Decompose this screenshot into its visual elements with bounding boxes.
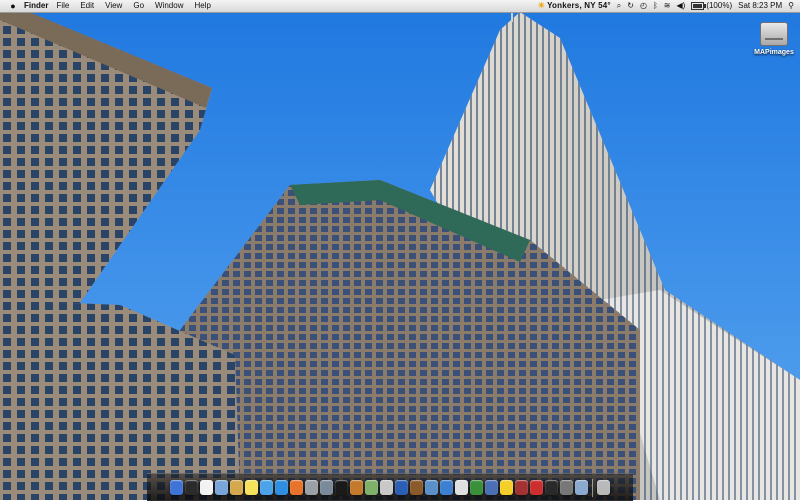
- garageband-icon[interactable]: [350, 480, 363, 495]
- dock-separator: [592, 478, 593, 497]
- menu-edit[interactable]: Edit: [80, 0, 94, 12]
- calendar-icon[interactable]: [200, 480, 213, 495]
- weather-widget[interactable]: ☀ Yonkers, NY 54°: [538, 0, 611, 12]
- iphoto-icon[interactable]: [320, 480, 333, 495]
- compass-icon[interactable]: [380, 480, 393, 495]
- font-icon[interactable]: [455, 480, 468, 495]
- sun-icon: ☀: [537, 1, 546, 10]
- word-icon[interactable]: [395, 480, 408, 495]
- music-icon[interactable]: [335, 480, 348, 495]
- weather-text: Yonkers, NY 54°: [547, 1, 611, 10]
- desktop-wallpaper: [0, 0, 800, 500]
- menu-help[interactable]: Help: [194, 0, 210, 12]
- notes-icon[interactable]: [230, 480, 243, 495]
- status-area: ☀ Yonkers, NY 54° ⌕ ↻ ◴ ᛒ ≋ ◀) (100%) Sat…: [532, 0, 794, 12]
- xcode-icon[interactable]: [485, 480, 498, 495]
- trash-icon[interactable]: [597, 480, 610, 495]
- menu-view[interactable]: View: [105, 0, 122, 12]
- system-preferences-icon[interactable]: [305, 480, 318, 495]
- script-icon[interactable]: [410, 480, 423, 495]
- firefox-icon[interactable]: [290, 480, 303, 495]
- finder-icon[interactable]: [170, 480, 183, 495]
- ichat-icon[interactable]: [260, 480, 273, 495]
- menu-go[interactable]: Go: [133, 0, 144, 12]
- stickies-icon[interactable]: [245, 480, 258, 495]
- menu-app-finder[interactable]: Finder: [24, 0, 48, 12]
- flash-icon[interactable]: [530, 480, 543, 495]
- safari-icon[interactable]: [275, 480, 288, 495]
- desktop-drive[interactable]: MAPimages: [752, 22, 796, 56]
- utility-icon[interactable]: [425, 480, 438, 495]
- dock: [147, 473, 633, 501]
- photo-booth-icon[interactable]: [515, 480, 528, 495]
- monitor-icon[interactable]: [560, 480, 573, 495]
- duck-icon[interactable]: [500, 480, 513, 495]
- search-icon[interactable]: ⚲: [788, 0, 794, 12]
- wifi-icon[interactable]: ≋: [664, 0, 671, 12]
- clock[interactable]: Sat 8:23 PM: [738, 0, 782, 12]
- apple-icon[interactable]: ●: [6, 0, 20, 12]
- app-store-icon[interactable]: [470, 480, 483, 495]
- bluetooth-icon[interactable]: ᛒ: [653, 0, 658, 12]
- dashboard-icon[interactable]: [185, 480, 198, 495]
- maps-icon[interactable]: [365, 480, 378, 495]
- battery-icon[interactable]: (100%): [691, 0, 732, 12]
- menu-file[interactable]: File: [56, 0, 69, 12]
- menu-bar: ● Finder File Edit View Go Window Help ☀…: [0, 0, 800, 13]
- terminal-icon[interactable]: [545, 480, 558, 495]
- sync-icon[interactable]: ↻: [627, 0, 634, 12]
- network-icon[interactable]: [440, 480, 453, 495]
- battery-percent: (100%): [706, 1, 733, 10]
- folder-icon[interactable]: [575, 480, 588, 495]
- time-machine-icon[interactable]: ◴: [640, 0, 647, 12]
- preview-icon[interactable]: [215, 480, 228, 495]
- paperclip-icon[interactable]: ⌕: [617, 0, 621, 12]
- menu-window[interactable]: Window: [155, 0, 183, 12]
- volume-icon[interactable]: ◀): [676, 0, 685, 12]
- drive-label: MAPimages: [754, 49, 794, 56]
- hard-drive-icon: [760, 22, 788, 46]
